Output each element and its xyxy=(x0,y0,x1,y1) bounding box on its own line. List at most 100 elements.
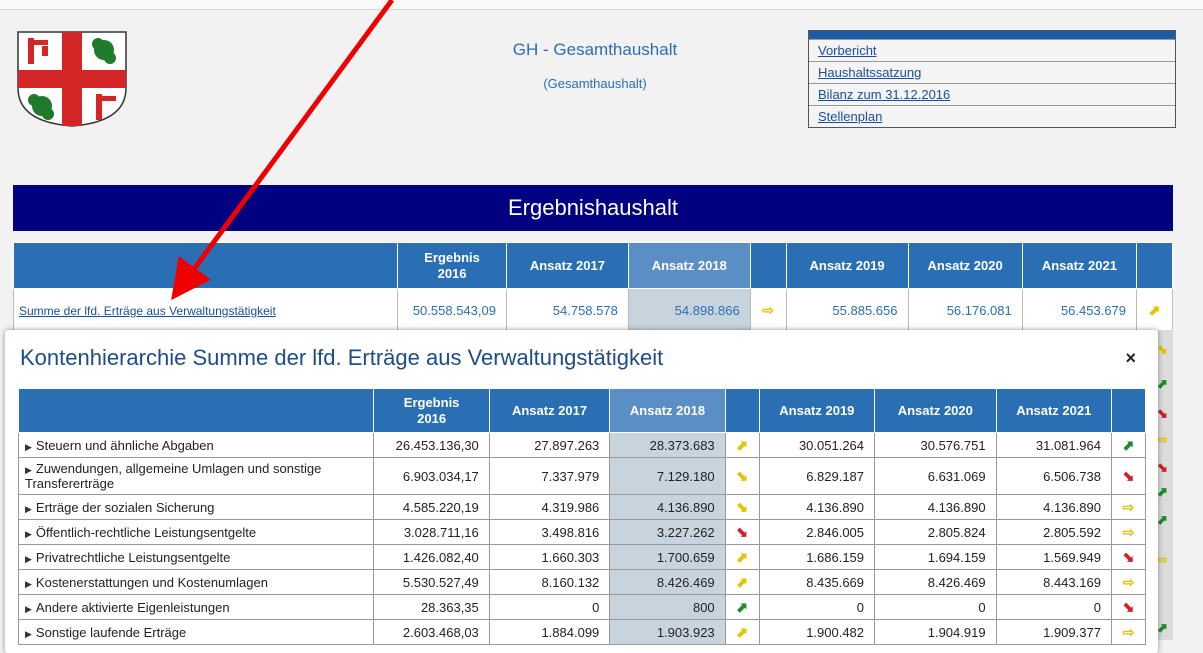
row-ansatz-2019: 1.686.159 xyxy=(758,544,876,570)
arrow-right-yellow-icon: ⇨ xyxy=(1157,432,1168,447)
row-ansatz-2017: 3.498.816 xyxy=(488,519,611,545)
table-row[interactable]: ▶ Erträge der sozialen Sicherung 4.585.220… xyxy=(17,494,1147,520)
expand-triangle-icon[interactable]: ▶ xyxy=(25,604,32,614)
header-ansatz-2019: Ansatz 2019 xyxy=(785,242,909,289)
expand-triangle-icon[interactable]: ▶ xyxy=(25,629,32,639)
arrow-right-yellow-icon: ⇨ xyxy=(1157,552,1168,567)
row-ansatz-2019: 4.136.890 xyxy=(758,494,876,520)
arrow-up-yellow-icon: ⬈ xyxy=(736,623,749,640)
row-ansatz-2017: 1.884.099 xyxy=(488,619,611,645)
row-label: Zuwendungen, allgemeine Umlagen und sons… xyxy=(25,461,322,491)
expand-triangle-icon[interactable]: ▶ xyxy=(25,442,32,452)
row-ergebnis-2016: 28.363,35 xyxy=(373,594,490,620)
table-row[interactable]: ▶ Steuern und ähnliche Abgaben 26.453.136,… xyxy=(17,432,1147,458)
row-ansatz-2021: 1.909.377 xyxy=(995,619,1112,645)
row-ansatz-2021: 1.569.949 xyxy=(995,544,1112,570)
link-stellenplan[interactable]: Stellenplan xyxy=(809,105,1175,127)
table-row[interactable]: ▶ Öffentlich-rechtliche Leistungsentgelte… xyxy=(17,519,1147,545)
row-ergebnis-2016: 6.903.034,17 xyxy=(373,457,490,495)
row-ansatz-2018: 1.700.659 xyxy=(609,544,726,570)
row-label: Privatrechtliche Leistungsentgelte xyxy=(35,549,231,565)
link-vorbericht[interactable]: Vorbericht xyxy=(809,39,1175,61)
summary-ansatz-2017: 54.758.578 xyxy=(505,288,629,332)
arrow-up-yellow-icon: ⬈ xyxy=(736,573,749,590)
modal-header-ansatz-2019: Ansatz 2019 xyxy=(758,388,876,433)
row-ansatz-2020: 6.631.069 xyxy=(874,457,997,495)
row-ansatz-2020: 8.426.469 xyxy=(874,569,997,595)
expand-triangle-icon[interactable]: ▶ xyxy=(25,465,32,475)
summary-ansatz-2020: 56.176.081 xyxy=(907,288,1023,332)
links-header-bar xyxy=(809,31,1175,39)
row-ergebnis-2016: 26.453.136,30 xyxy=(373,432,490,458)
header-ergebnis-2016: Ergebnis 2016 xyxy=(397,242,507,289)
row-ansatz-2020: 30.576.751 xyxy=(874,432,997,458)
row-ergebnis-2016: 4.585.220,19 xyxy=(373,494,490,520)
table-row[interactable]: ▶ Sonstige laufende Erträge 2.603.468,03 1.… xyxy=(17,619,1147,645)
arrow-up-yellow-icon: ⬈ xyxy=(736,548,749,565)
expand-triangle-icon[interactable]: ▶ xyxy=(25,529,32,539)
row-ansatz-2017: 0 xyxy=(488,594,611,620)
header-label-col xyxy=(12,242,399,289)
modal-header-ansatz-2018: Ansatz 2018 xyxy=(609,388,726,433)
modal-header-ansatz-2017: Ansatz 2017 xyxy=(488,388,611,433)
close-icon[interactable]: × xyxy=(1125,348,1136,369)
kontenhierarchie-modal: Kontenhierarchie Summe der lfd. Erträge … xyxy=(5,330,1158,653)
row-ansatz-2017: 4.319.986 xyxy=(488,494,611,520)
row-ansatz-2018: 4.136.890 xyxy=(609,494,726,520)
row-ergebnis-2016: 5.530.527,49 xyxy=(373,569,490,595)
arrow-up-green-icon: ⬈ xyxy=(1157,376,1168,391)
arrow-down-red-icon: ⬊ xyxy=(1122,548,1135,565)
arrow-right-yellow-icon: ⇨ xyxy=(1122,523,1135,540)
row-ergebnis-2016: 2.603.468,03 xyxy=(373,619,490,645)
link-bilanz[interactable]: Bilanz zum 31.12.2016 xyxy=(809,83,1175,105)
header-ansatz-2020: Ansatz 2020 xyxy=(907,242,1023,289)
arrow-up-green-icon: ⬈ xyxy=(1157,484,1168,499)
header-trend-1 xyxy=(749,242,787,289)
expand-triangle-icon[interactable]: ▶ xyxy=(25,579,32,589)
header-ansatz-2021: Ansatz 2021 xyxy=(1021,242,1138,289)
modal-header-trend-2 xyxy=(1110,388,1147,433)
table-row[interactable]: ▶ Zuwendungen, allgemeine Umlagen und son… xyxy=(17,457,1147,495)
modal-title: Kontenhierarchie Summe der lfd. Erträge … xyxy=(20,345,664,370)
row-label: Kostenerstattungen und Kostenumlagen xyxy=(35,574,268,590)
row-ansatz-2017: 7.337.979 xyxy=(488,457,611,495)
summary-row-link[interactable]: Summe der lfd. Erträge aus Verwaltungstä… xyxy=(19,304,276,318)
arrow-down-red-icon: ⬊ xyxy=(1122,598,1135,615)
row-label: Öffentlich-rechtliche Leistungsentgelte xyxy=(35,524,257,540)
row-ansatz-2021: 2.805.592 xyxy=(995,519,1112,545)
arrow-right-yellow-icon: ⇨ xyxy=(762,301,775,318)
summary-ansatz-2021: 56.453.679 xyxy=(1021,288,1138,332)
link-haushaltssatzung[interactable]: Haushaltssatzung xyxy=(809,61,1175,83)
modal-header-label-col xyxy=(17,388,375,433)
row-ansatz-2020: 4.136.890 xyxy=(874,494,997,520)
table-row[interactable]: ▶ Kostenerstattungen und Kostenumlagen 5.5… xyxy=(17,569,1147,595)
row-ansatz-2021: 4.136.890 xyxy=(995,494,1112,520)
row-ansatz-2021: 6.506.738 xyxy=(995,457,1112,495)
arrow-down-yellow-icon: ⬊ xyxy=(1157,342,1168,357)
summary-row: Summe der lfd. Erträge aus Verwaltungstä… xyxy=(12,288,1173,332)
row-ansatz-2021: 31.081.964 xyxy=(995,432,1112,458)
arrow-down-red-icon: ⬊ xyxy=(1157,460,1168,475)
row-ansatz-2021: 8.443.169 xyxy=(995,569,1112,595)
row-label: Sonstige laufende Erträge xyxy=(35,624,187,640)
expand-triangle-icon[interactable]: ▶ xyxy=(25,504,32,514)
arrow-down-yellow-icon: ⬊ xyxy=(736,467,749,484)
modal-header-ansatz-2021: Ansatz 2021 xyxy=(995,388,1112,433)
arrow-right-yellow-icon: ⇨ xyxy=(1122,623,1135,640)
row-ansatz-2018: 3.227.262 xyxy=(609,519,726,545)
table-row[interactable]: ▶ Privatrechtliche Leistungsentgelte 1.426… xyxy=(17,544,1147,570)
row-ansatz-2017: 1.660.303 xyxy=(488,544,611,570)
arrow-down-red-icon: ⬊ xyxy=(1157,406,1168,421)
summary-ansatz-2018: 54.898.866 xyxy=(627,288,751,332)
header-ansatz-2017: Ansatz 2017 xyxy=(505,242,629,289)
table-row[interactable]: ▶ Andere aktivierte Eigenleistungen 28.363… xyxy=(17,594,1147,620)
summary-ansatz-2019: 55.885.656 xyxy=(785,288,909,332)
arrow-up-green-icon: ⬈ xyxy=(1157,512,1168,527)
expand-triangle-icon[interactable]: ▶ xyxy=(25,554,32,564)
arrow-right-yellow-icon: ⇨ xyxy=(1122,498,1135,515)
ergebnishaushalt-table: Ergebnis 2016 Ansatz 2017 Ansatz 2018 An… xyxy=(12,242,1173,332)
modal-header-ergebnis-2016: Ergebnis 2016 xyxy=(373,388,490,433)
arrow-up-green-icon: ⬈ xyxy=(1122,436,1135,453)
modal-header-ansatz-2020: Ansatz 2020 xyxy=(874,388,997,433)
row-ansatz-2018: 1.903.923 xyxy=(609,619,726,645)
